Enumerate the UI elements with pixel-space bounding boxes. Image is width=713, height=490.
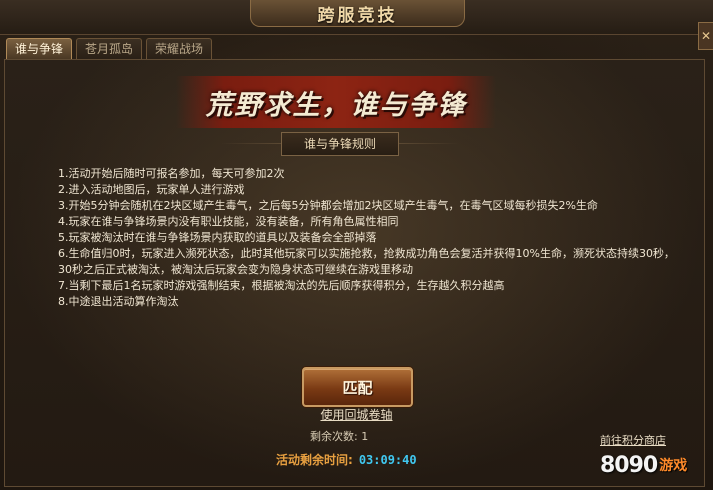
site-watermark-logo: 8090 游戏: [600, 446, 706, 484]
banner-title: 荒野求生，谁与争锋: [205, 89, 467, 121]
timer-value: 03:09:40: [358, 452, 417, 467]
rule-item: 6.生命值归0时，玩家进入濒死状态，此时其他玩家可以实施抢救，抢救成功角色会复活…: [58, 247, 675, 276]
rules-heading: 谁与争锋规则: [280, 132, 399, 156]
remaining-attempts: 剩余次数: 1: [310, 430, 369, 443]
event-banner: 荒野求生，谁与争锋: [176, 76, 496, 128]
rule-item: 3.开始5分钟会随机在2块区域产生毒气，之后每5分钟都会增加2块区域产生毒气，在…: [58, 199, 598, 212]
tab-bar: 谁与争锋 苍月孤岛 荣耀战场: [6, 38, 213, 59]
window-title: 跨服竞技: [317, 5, 398, 26]
event-timer: 活动剩余时间: 03:09:40: [276, 451, 417, 468]
close-icon: ✕: [700, 29, 712, 43]
close-button[interactable]: ✕: [698, 22, 713, 50]
timer-label: 活动剩余时间:: [276, 453, 353, 467]
match-button[interactable]: 匹配: [302, 367, 413, 407]
use-return-scroll-link[interactable]: 使用回城卷轴: [296, 406, 417, 423]
rule-item: 7.当剩下最后1名玩家时游戏强制结束，根据被淘汰的先后顺序获得积分，生存越久积分…: [58, 279, 505, 292]
watermark-text: 8090: [600, 452, 658, 478]
tab-rong-yao-zhan-chang[interactable]: 荣耀战场: [146, 38, 213, 59]
rule-item: 2.进入活动地图后，玩家单人进行游戏: [58, 183, 245, 196]
rules-heading-wrap: 谁与争锋规则: [220, 130, 460, 158]
title-plate: 跨服竞技: [250, 0, 465, 27]
rule-item: 4.玩家在谁与争锋场景内没有职业技能，没有装备，所有角色属性相同: [58, 215, 399, 228]
tab-cang-yue-gu-dao[interactable]: 苍月孤岛: [76, 38, 143, 59]
rule-item: 5.玩家被淘汰时在谁与争锋场景内获取的道具以及装备会全部掉落: [58, 231, 377, 244]
rule-item: 8.中途退出活动算作淘汰: [58, 295, 179, 308]
tab-zheng-feng[interactable]: 谁与争锋: [6, 38, 73, 59]
rule-item: 1.活动开始后随时可报名参加，每天可参加2次: [58, 167, 285, 180]
rules-list: 1.活动开始后随时可报名参加，每天可参加2次 2.进入活动地图后，玩家单人进行游…: [58, 166, 678, 310]
title-bar: 跨服竞技: [0, 0, 713, 35]
watermark-sub: 游戏: [659, 458, 688, 474]
game-window: 跨服竞技 ✕ 谁与争锋 苍月孤岛 荣耀战场 荒野求生，谁与争锋 谁与争锋规则 1…: [0, 0, 713, 490]
